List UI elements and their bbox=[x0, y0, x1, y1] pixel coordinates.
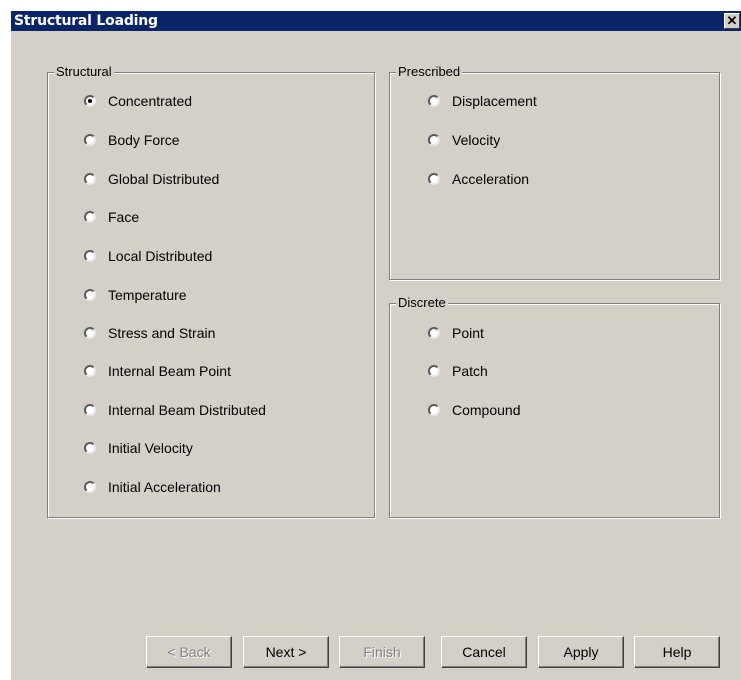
radio-compound[interactable]: Compound bbox=[428, 401, 521, 419]
radio-local-distributed[interactable]: Local Distributed bbox=[84, 247, 212, 265]
apply-button[interactable]: Apply bbox=[538, 636, 624, 668]
radio-initial-acceleration[interactable]: Initial Acceleration bbox=[84, 478, 221, 496]
structural-loading-dialog: Structural Loading ✕ Structural Prescrib… bbox=[10, 10, 741, 680]
radio-acceleration[interactable]: Acceleration bbox=[428, 170, 529, 188]
radio-button-icon[interactable] bbox=[84, 365, 96, 377]
radio-face[interactable]: Face bbox=[84, 208, 139, 226]
radio-button-icon[interactable] bbox=[428, 404, 440, 416]
radio-label: Compound bbox=[452, 402, 521, 418]
radio-button-icon[interactable] bbox=[84, 95, 96, 107]
radio-label: Patch bbox=[452, 363, 488, 379]
radio-global-distributed[interactable]: Global Distributed bbox=[84, 170, 219, 188]
radio-button-icon[interactable] bbox=[84, 404, 96, 416]
radio-button-icon[interactable] bbox=[428, 95, 440, 107]
radio-label: Body Force bbox=[108, 132, 180, 148]
radio-button-icon[interactable] bbox=[428, 327, 440, 339]
radio-button-icon[interactable] bbox=[84, 442, 96, 454]
radio-button-icon[interactable] bbox=[84, 481, 96, 493]
discrete-group-label: Discrete bbox=[396, 295, 448, 311]
radio-label: Temperature bbox=[108, 287, 187, 303]
radio-button-icon[interactable] bbox=[84, 289, 96, 301]
finish-button[interactable]: Finish bbox=[339, 636, 425, 668]
radio-label: Stress and Strain bbox=[108, 325, 216, 341]
radio-button-icon[interactable] bbox=[428, 173, 440, 185]
radio-label: Displacement bbox=[452, 93, 537, 109]
radio-velocity[interactable]: Velocity bbox=[428, 131, 500, 149]
radio-label: Concentrated bbox=[108, 93, 193, 109]
radio-concentrated[interactable]: Concentrated bbox=[84, 92, 192, 110]
title-bar[interactable]: Structural Loading ✕ bbox=[11, 11, 741, 31]
radio-button-icon[interactable] bbox=[84, 211, 96, 223]
radio-patch[interactable]: Patch bbox=[428, 362, 488, 380]
radio-button-icon[interactable] bbox=[84, 327, 96, 339]
radio-button-icon[interactable] bbox=[84, 134, 96, 146]
radio-internal-beam-distributed[interactable]: Internal Beam Distributed bbox=[84, 401, 266, 419]
radio-displacement[interactable]: Displacement bbox=[428, 92, 537, 110]
next-button[interactable]: Next > bbox=[243, 636, 329, 668]
radio-button-icon[interactable] bbox=[84, 173, 96, 185]
radio-internal-beam-point[interactable]: Internal Beam Point bbox=[84, 362, 231, 380]
radio-label: Point bbox=[452, 325, 484, 341]
radio-body-force[interactable]: Body Force bbox=[84, 131, 180, 149]
cancel-button[interactable]: Cancel bbox=[441, 636, 527, 668]
radio-button-icon[interactable] bbox=[84, 250, 96, 262]
radio-button-icon[interactable] bbox=[428, 365, 440, 377]
close-icon: ✕ bbox=[726, 13, 738, 28]
radio-label: Face bbox=[108, 209, 140, 225]
radio-temperature[interactable]: Temperature bbox=[84, 286, 187, 304]
radio-label: Local Distributed bbox=[108, 248, 213, 264]
close-button[interactable]: ✕ bbox=[724, 13, 740, 29]
radio-label: Internal Beam Point bbox=[108, 363, 231, 379]
radio-label: Acceleration bbox=[452, 171, 530, 187]
prescribed-group-label: Prescribed bbox=[396, 64, 463, 80]
radio-stress-and-strain[interactable]: Stress and Strain bbox=[84, 324, 215, 342]
dialog-title: Structural Loading bbox=[14, 13, 158, 29]
radio-label: Internal Beam Distributed bbox=[108, 402, 266, 418]
structural-group-label: Structural bbox=[54, 64, 114, 80]
radio-label: Global Distributed bbox=[108, 171, 220, 187]
radio-button-icon[interactable] bbox=[428, 134, 440, 146]
radio-initial-velocity[interactable]: Initial Velocity bbox=[84, 439, 193, 457]
radio-label: Initial Acceleration bbox=[108, 479, 221, 495]
radio-point[interactable]: Point bbox=[428, 324, 484, 342]
help-button[interactable]: Help bbox=[634, 636, 720, 668]
radio-label: Initial Velocity bbox=[108, 440, 193, 456]
radio-label: Velocity bbox=[452, 132, 501, 148]
back-button[interactable]: < Back bbox=[146, 636, 232, 668]
